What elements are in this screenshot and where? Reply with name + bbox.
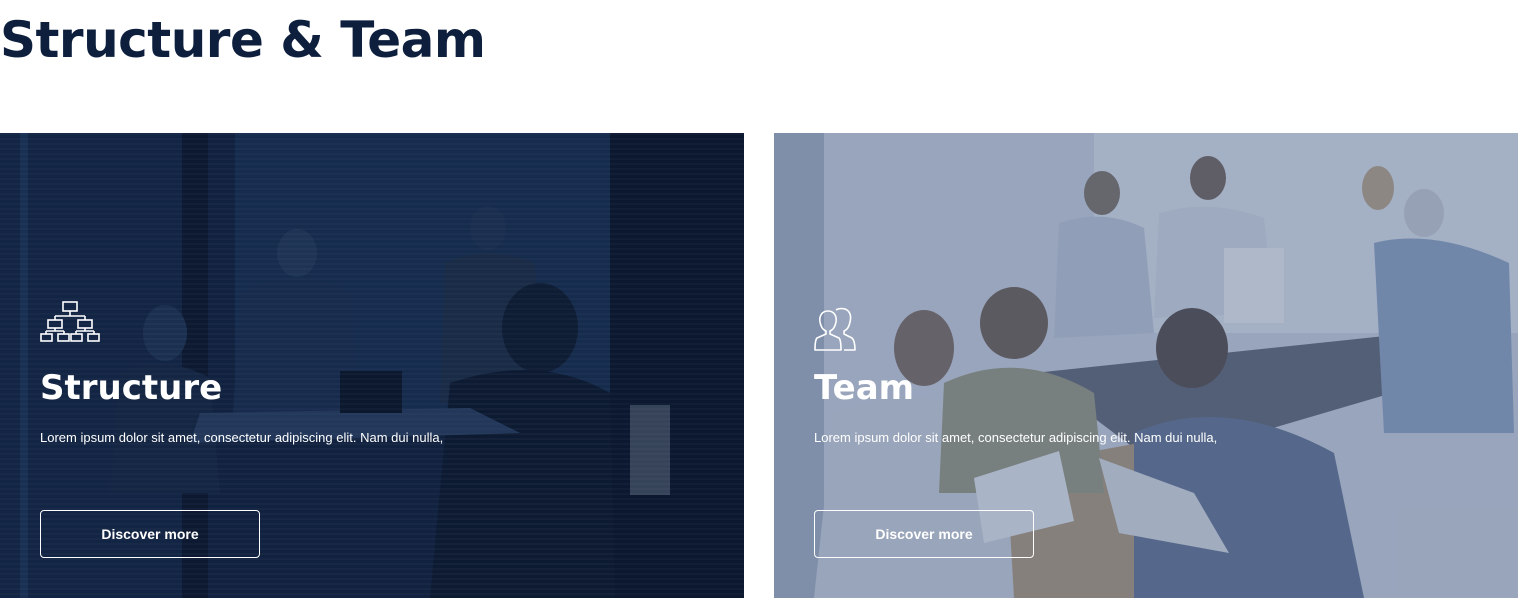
structure-discover-more-button[interactable]: Discover more [40,510,260,558]
structure-title: Structure [40,368,223,408]
org-chart-icon [40,301,100,342]
team-description: Lorem ipsum dolor sit amet, consectetur … [814,430,1218,445]
users-icon [814,307,856,351]
page-title: Structure & Team [0,11,486,69]
structure-card: Structure Lorem ipsum dolor sit amet, co… [0,133,744,598]
team-card: Team Lorem ipsum dolor sit amet, consect… [774,133,1518,598]
team-title: Team [814,368,915,408]
team-discover-more-button[interactable]: Discover more [814,510,1034,558]
structure-description: Lorem ipsum dolor sit amet, consectetur … [40,430,444,445]
